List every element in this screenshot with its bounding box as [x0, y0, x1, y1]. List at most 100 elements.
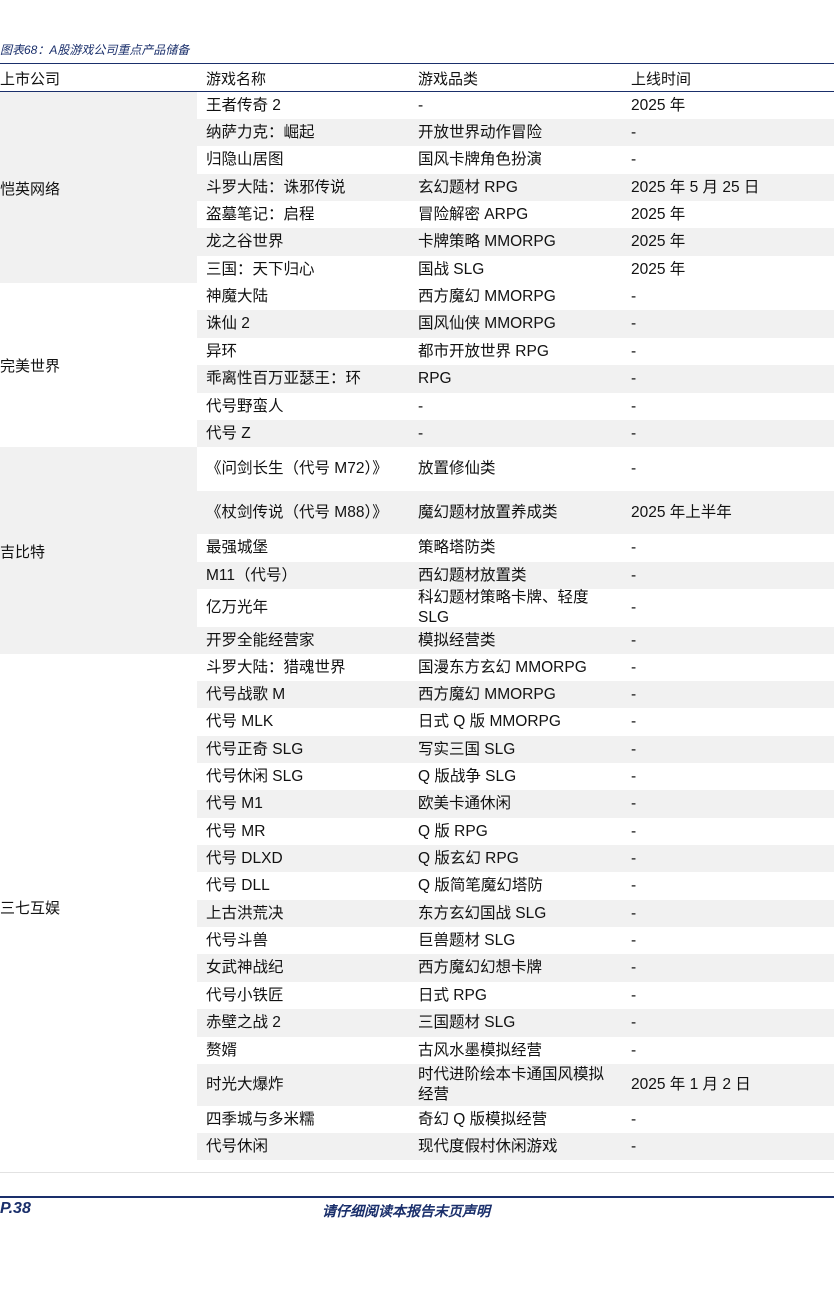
table-row: 归隐山居图 国风卡牌角色扮演 -	[197, 146, 834, 174]
game-name-cell: 女武神战纪	[206, 959, 284, 976]
game-name-cell: 神魔大陆	[206, 287, 269, 305]
launch-date-cell: -	[631, 849, 637, 867]
table-row: 代号 DLXD Q 版玄幻 RPG -	[197, 845, 834, 872]
game-name-cell: 代号 DLL	[206, 877, 270, 894]
genre-cell: 卡牌策略 MMORPG	[418, 233, 556, 250]
launch-date-cell: 2025 年上半年	[631, 503, 732, 521]
table-row: 最强城堡 策略塔防类 -	[197, 534, 834, 562]
game-name-cell: 代号斗兽	[206, 931, 269, 949]
genre-cell: 西幻题材放置类	[418, 566, 527, 584]
launch-date-cell: 2025 年	[631, 260, 686, 278]
genre-cell: -	[418, 397, 424, 415]
footer-rule	[0, 1196, 834, 1198]
genre-cell: 魔幻题材放置养成类	[418, 503, 558, 521]
game-name-cell: 纳萨力克：崛起	[206, 123, 315, 141]
launch-date-cell: -	[631, 740, 637, 758]
launch-date-cell: -	[631, 424, 637, 442]
game-name-cell: 龙之谷世界	[206, 233, 284, 250]
figure-caption: 图表68：A股游戏公司重点产品储备	[0, 43, 190, 57]
table-row: 赘婿 古风水墨模拟经营 -	[197, 1037, 834, 1064]
game-name-cell: 乖离性百万亚瑟王：环	[206, 370, 362, 387]
genre-cell: 西方魔幻 MMORPG	[418, 685, 556, 703]
table-row: 四季城与多米糯 奇幻 Q 版模拟经营 -	[197, 1106, 834, 1133]
genre-cell: -	[418, 96, 424, 114]
game-name-cell: 上古洪荒决	[206, 904, 284, 922]
genre-cell: 东方玄幻国战 SLG	[418, 904, 547, 922]
genre-cell: 冒险解密 ARPG	[418, 205, 529, 223]
table-row: 三国：天下归心 国战 SLG 2025 年	[197, 256, 834, 283]
launch-date-cell: -	[631, 658, 637, 676]
launch-date-cell: -	[631, 685, 637, 703]
game-name-cell: 代号 DLXD	[206, 849, 283, 867]
header-company: 上市公司	[0, 71, 61, 88]
genre-cell: 巨兽题材 SLG	[418, 931, 516, 949]
launch-date-cell: -	[631, 822, 637, 840]
genre-cell: 策略塔防类	[418, 539, 496, 556]
genre-cell: 国风仙侠 MMORPG	[418, 315, 556, 332]
table-row: 斗罗大陆：猎魂世界 国漫东方玄幻 MMORPG -	[197, 654, 834, 681]
game-name-cell: 代号休闲	[206, 1137, 269, 1155]
launch-date-cell: -	[631, 397, 637, 415]
table-row: 代号 MR Q 版 RPG -	[197, 818, 834, 845]
genre-cell: 古风水墨模拟经营	[418, 1041, 543, 1059]
company-cell: 恺英网络	[0, 92, 197, 283]
table-row: 代号小铁匠 日式 RPG -	[197, 982, 834, 1009]
header-game: 游戏名称	[206, 71, 267, 88]
game-name-cell: 赤壁之战 2	[206, 1014, 281, 1031]
game-name-cell: 代号 Z	[206, 424, 251, 442]
header-genre: 游戏品类	[418, 71, 479, 88]
genre-cell: 国漫东方玄幻 MMORPG	[418, 658, 587, 676]
table-row: 异环 都市开放世界 RPG -	[197, 338, 834, 365]
genre-cell: 现代度假村休闲游戏	[418, 1137, 558, 1155]
launch-date-cell: 2025 年	[631, 205, 686, 223]
table-row: 代号 MLK 日式 Q 版 MMORPG -	[197, 708, 834, 736]
table-row: M11（代号） 西幻题材放置类 -	[197, 562, 834, 589]
game-name-cell: 诛仙 2	[206, 315, 250, 332]
company-name: 恺英网络	[0, 180, 61, 198]
genre-cell: 模拟经营类	[418, 631, 496, 649]
disclaimer-text: 请仔细阅读本报告末页声明	[322, 1203, 490, 1219]
table-row: 《问剑长生（代号 M72）》 放置修仙类 -	[197, 447, 834, 491]
page-number: P.38	[0, 1200, 31, 1217]
genre-cell: 时代进阶绘本卡通国风模拟经营	[418, 1066, 605, 1103]
game-name-cell: 盗墓笔记：启程	[206, 205, 315, 223]
game-name-cell: 时光大爆炸	[206, 1076, 284, 1093]
genre-cell: 放置修仙类	[418, 460, 496, 477]
launch-date-cell: -	[631, 287, 637, 305]
genre-cell: 三国题材 SLG	[418, 1014, 516, 1031]
launch-date-cell: -	[631, 904, 637, 922]
table-row: 代号 Z - -	[197, 420, 834, 447]
launch-date-cell: 2025 年	[631, 96, 686, 114]
game-name-cell: 最强城堡	[206, 539, 269, 556]
genre-cell: 玄幻题材 RPG	[418, 178, 518, 196]
genre-cell: 欧美卡通休闲	[418, 795, 512, 812]
genre-cell: 日式 Q 版 MMORPG	[418, 713, 561, 730]
table-bottom-rule	[0, 1172, 834, 1173]
game-name-cell: 赘婿	[206, 1041, 238, 1059]
genre-cell: Q 版 RPG	[418, 822, 488, 840]
game-name-cell: 代号 M1	[206, 795, 263, 812]
table-row: 上古洪荒决 东方玄幻国战 SLG -	[197, 900, 834, 927]
game-name-cell: 代号休闲 SLG	[206, 767, 304, 785]
table-row: 时光大爆炸 时代进阶绘本卡通国风模拟经营 2025 年 1 月 2 日	[197, 1064, 834, 1106]
table-row: 代号斗兽 巨兽题材 SLG -	[197, 927, 834, 954]
launch-date-cell: -	[631, 986, 637, 1004]
genre-cell: 西方魔幻 MMORPG	[418, 287, 556, 305]
launch-date-cell: -	[631, 713, 637, 730]
table-row: 代号战歌 M 西方魔幻 MMORPG -	[197, 681, 834, 708]
launch-date-cell: -	[631, 460, 637, 477]
table-row: 代号休闲 现代度假村休闲游戏 -	[197, 1133, 834, 1160]
launch-date-cell: -	[631, 539, 637, 556]
game-name-cell: 代号 MLK	[206, 713, 274, 730]
launch-date-cell: 2025 年 1 月 2 日	[631, 1076, 751, 1093]
launch-date-cell: -	[631, 123, 637, 141]
genre-cell: 国风卡牌角色扮演	[418, 151, 543, 168]
company-cell: 三七互娱	[0, 654, 197, 1160]
table-row: 代号 DLL Q 版简笔魔幻塔防 -	[197, 872, 834, 900]
table-row: 代号 M1 欧美卡通休闲 -	[197, 790, 834, 818]
game-name-cell: 四季城与多米糯	[206, 1110, 315, 1128]
genre-cell: RPG	[418, 370, 452, 387]
launch-date-cell: -	[631, 1014, 637, 1031]
genre-cell: 西方魔幻幻想卡牌	[418, 959, 543, 976]
table-header: 上市公司 游戏名称 游戏品类 上线时间	[0, 64, 834, 91]
